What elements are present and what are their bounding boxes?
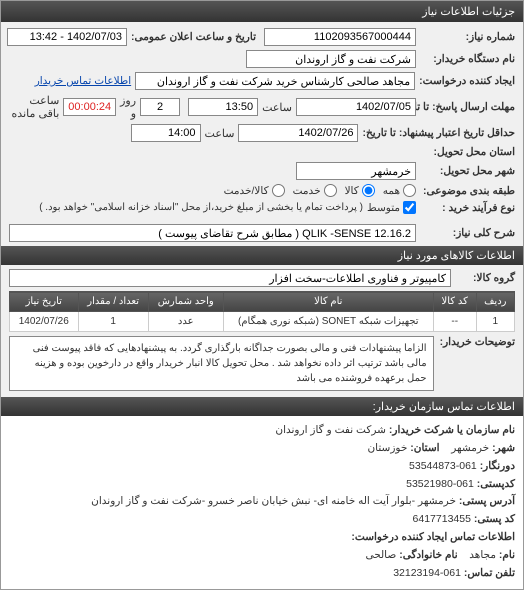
cell-row: 1 [476, 312, 514, 332]
creator-contact-title: اطلاعات تماس ایجاد کننده درخواست: [351, 531, 515, 543]
subject-field[interactable] [9, 224, 416, 242]
cat-goods-service-label: کالا/خدمت [224, 185, 269, 197]
cell-name: تجهیزات شبکه SONET (شبکه نوری همگام) [223, 312, 433, 332]
address-value: خرمشهر -بلوار آیت اله خامنه ای- نبش خیاب… [91, 495, 456, 507]
footer-title: اطلاعات تماس سازمان خریدار: [1, 397, 523, 416]
cat-goods-service-radio[interactable] [272, 184, 285, 197]
window-titlebar: جزئیات اطلاعات نیاز [1, 1, 523, 22]
deadline-date-field[interactable] [296, 98, 416, 116]
process-label: نوع فرآیند خرید : [420, 202, 515, 214]
province-label: استان محل تحویل: [420, 146, 515, 158]
req-no-label: شماره نیاز: [420, 31, 515, 43]
device-field[interactable] [246, 50, 416, 68]
req-no-field[interactable] [264, 28, 416, 46]
th-row: ردیف [476, 292, 514, 312]
cat-all-label: همه [383, 185, 400, 197]
cell-date: 1402/07/26 [10, 312, 79, 332]
cat-goods-radio[interactable] [362, 184, 375, 197]
footer-city-label: شهر: [492, 442, 515, 454]
goods-table: ردیف کد کالا نام کالا واحد شمارش تعداد /… [9, 291, 515, 332]
name-label: نام: [499, 549, 515, 561]
announce-label: تاریخ و ساعت اعلان عمومی: [131, 31, 256, 43]
family-label: نام خانوادگی: [399, 549, 457, 561]
validity-date-field[interactable] [238, 124, 358, 142]
table-header-row: ردیف کد کالا نام کالا واحد شمارش تعداد /… [10, 292, 515, 312]
th-date: تاریخ نیاز [10, 292, 79, 312]
cat-service-radio[interactable] [324, 184, 337, 197]
address-label: آدرس پستی: [459, 495, 515, 507]
phone-value: 061-32123194 [393, 567, 461, 579]
phone-label: تلفن تماس: [464, 567, 515, 579]
days-field[interactable] [140, 98, 180, 116]
goods-group-field[interactable] [9, 269, 451, 287]
fax-value: 061-53544873 [409, 460, 477, 472]
th-code: کد کالا [433, 292, 476, 312]
process-mid-label: متوسط [367, 202, 400, 214]
device-label: نام دستگاه خریدار: [420, 53, 515, 65]
deadline-label: مهلت ارسال پاسخ: تا تاریخ: [420, 101, 515, 113]
postcode-value: 6417713455 [413, 513, 471, 525]
footer-province-label: استان: [410, 442, 439, 454]
countdown: 00:00:24 [63, 98, 116, 116]
goods-section-title: اطلاعات کالاهای مورد نیاز [1, 246, 523, 265]
deadline-time-field[interactable] [188, 98, 258, 116]
validity-label: حداقل تاریخ اعتبار پیشنهاد: تا تاریخ: [362, 127, 515, 139]
cat-goods-label: کالا [345, 185, 359, 197]
goods-group-label: گروه کالا: [455, 272, 515, 284]
main-content: شماره نیاز: تاریخ و ساعت اعلان عمومی: نا… [1, 22, 523, 397]
notes-label: توضیحات خریدار: [440, 336, 515, 348]
footer-province: خوزستان [367, 442, 407, 454]
contact-link[interactable]: اطلاعات تماس خریدار [35, 75, 131, 87]
process-note: ( پرداخت تمام یا بخشی از مبلغ خرید،از مح… [39, 202, 363, 213]
cell-qty: 1 [78, 312, 148, 332]
remain-label: ساعت باقی مانده [9, 94, 59, 120]
org-value: شرکت نفت و گاز اروندان [275, 424, 386, 436]
days-unit: روز و [120, 94, 136, 120]
cell-unit: عدد [148, 312, 223, 332]
subject-label: شرح کلی نیاز: [420, 227, 515, 239]
footer-city: خرمشهر [451, 442, 489, 454]
footer-content: نام سازمان یا شرکت خریدار: شرکت نفت و گا… [1, 416, 523, 589]
name-value: مجاهد [469, 549, 496, 561]
th-name: نام کالا [223, 292, 433, 312]
announce-field[interactable] [7, 28, 127, 46]
creator-label: ایجاد کننده درخواست: [419, 75, 515, 87]
th-unit: واحد شمارش [148, 292, 223, 312]
fax-label: دورنگار: [480, 460, 515, 472]
notes-box: الزاما پیشنهادات فنی و مالی بصورت جداگان… [9, 336, 434, 391]
cell-code: -- [433, 312, 476, 332]
city-label: شهر محل تحویل: [420, 165, 515, 177]
details-window: جزئیات اطلاعات نیاز شماره نیاز: تاریخ و … [0, 0, 524, 590]
table-row[interactable]: 1 -- تجهیزات شبکه SONET (شبکه نوری همگام… [10, 312, 515, 332]
time-label-1: ساعت [262, 101, 292, 114]
cat-service-label: خدمت [293, 185, 321, 197]
postal-value: 061-53521980 [406, 478, 474, 490]
city-field[interactable] [296, 162, 416, 180]
org-label: نام سازمان یا شرکت خریدار: [389, 424, 515, 436]
family-value: صالحی [365, 549, 396, 561]
time-label-2: ساعت [205, 127, 235, 140]
cat-all-radio[interactable] [403, 184, 416, 197]
validity-time-field[interactable] [131, 124, 201, 142]
postcode-label: کد پستی: [474, 513, 515, 525]
category-radio-group: همه کالا خدمت کالا/خدمت [224, 184, 416, 197]
creator-field[interactable] [135, 72, 415, 90]
th-qty: تعداد / مقدار [78, 292, 148, 312]
process-mid-checkbox[interactable] [403, 201, 416, 214]
category-label: طبقه بندی موضوعی: [420, 185, 515, 197]
postal-label: کدپستی: [477, 478, 515, 490]
